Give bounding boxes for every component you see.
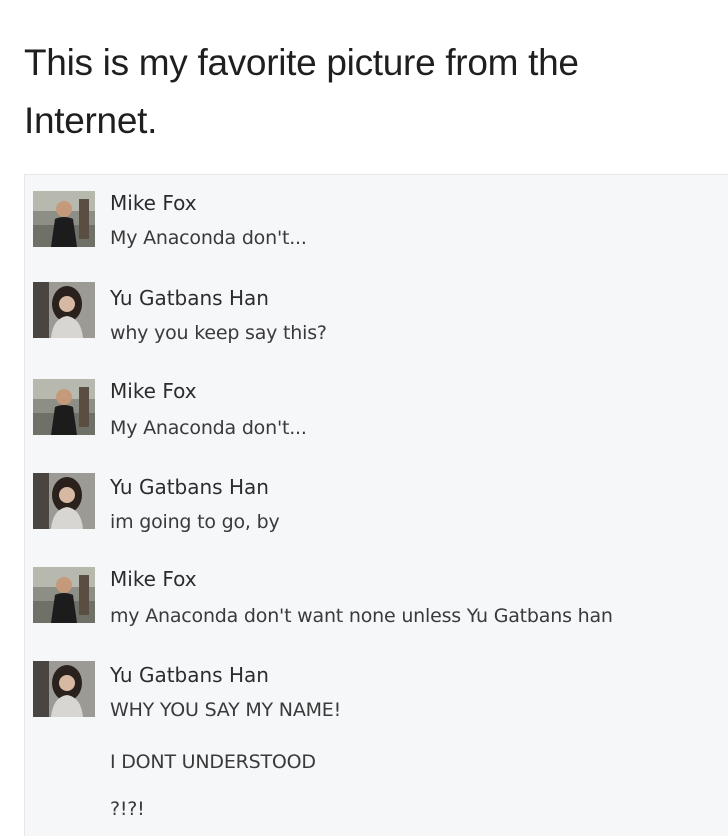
message-text: My Anaconda don't... (110, 227, 307, 249)
message-text: im going to go, by (110, 511, 280, 533)
message-text: I DONT UNDERSTOOD (110, 751, 316, 773)
sender-name[interactable]: Yu Gatbans Han (110, 663, 269, 687)
message-text: ?!?! (110, 798, 145, 820)
man-avatar-icon[interactable] (33, 379, 95, 435)
sender-name[interactable]: Mike Fox (110, 191, 197, 215)
woman-avatar-icon[interactable] (33, 661, 95, 717)
chat-screenshot: Mike Fox My Anaconda don't... Yu Gatbans… (24, 174, 728, 836)
sender-name[interactable]: Yu Gatbans Han (110, 286, 269, 310)
woman-avatar-icon[interactable] (33, 282, 95, 338)
sender-name[interactable]: Mike Fox (110, 567, 197, 591)
post-caption: This is my favorite picture from the Int… (24, 42, 579, 141)
man-avatar-icon[interactable] (33, 567, 95, 623)
woman-avatar-icon[interactable] (33, 473, 95, 529)
message-text: why you keep say this? (110, 322, 327, 344)
message-text: my Anaconda don't want none unless Yu Ga… (110, 605, 613, 627)
message-text: WHY YOU SAY MY NAME! (110, 699, 342, 721)
message-text: My Anaconda don't... (110, 417, 307, 439)
sender-name[interactable]: Yu Gatbans Han (110, 475, 269, 499)
man-avatar-icon[interactable] (33, 191, 95, 247)
sender-name[interactable]: Mike Fox (110, 379, 197, 403)
